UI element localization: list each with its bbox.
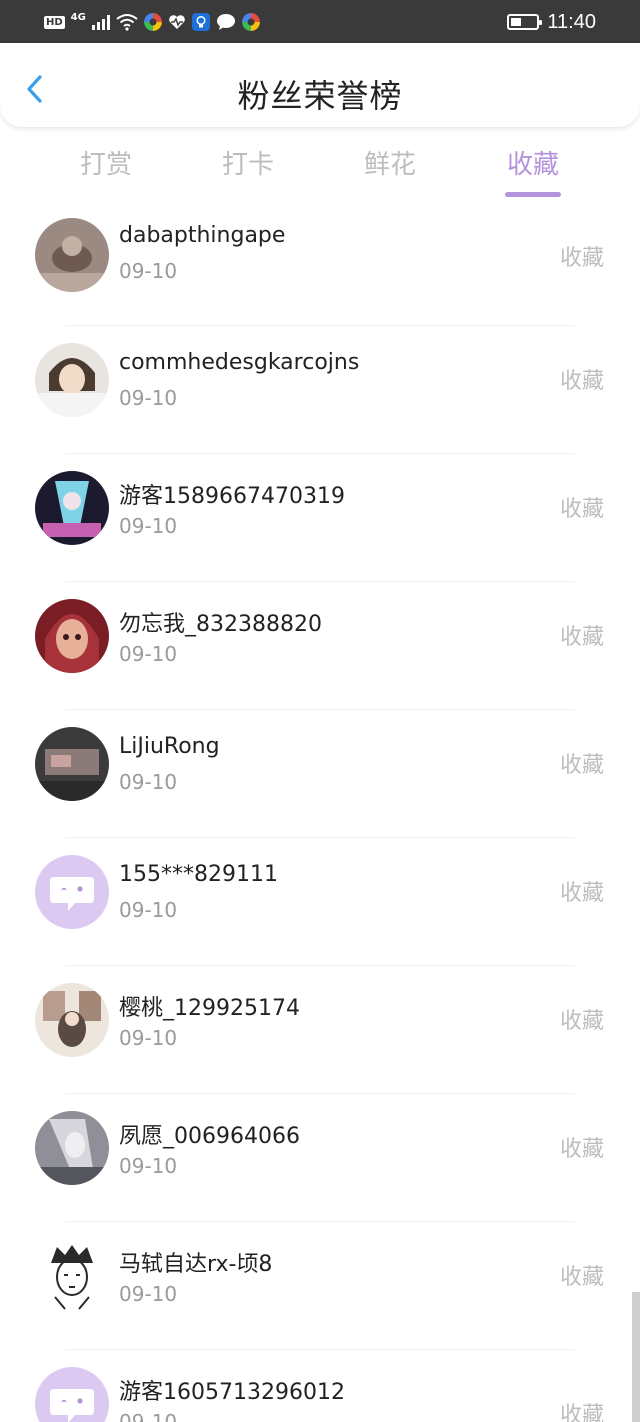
fan-name: 樱桃_129925174 bbox=[119, 996, 300, 1021]
fan-date: 09-10 bbox=[119, 514, 178, 538]
divider bbox=[66, 453, 574, 454]
fan-name: dabapthingape bbox=[119, 223, 286, 248]
list-item[interactable]: 155***829111 09-10 收藏 bbox=[0, 837, 640, 965]
list-item[interactable]: LiJiuRong 09-10 收藏 bbox=[0, 709, 640, 837]
avatar bbox=[35, 599, 109, 673]
battery-icon bbox=[507, 14, 543, 30]
tab-reward[interactable]: 打赏 bbox=[46, 144, 166, 181]
action-label: 收藏 bbox=[559, 753, 604, 778]
status-right: 11:40 bbox=[507, 9, 596, 35]
tab-bar: 打赏 打卡 鲜花 收藏 bbox=[0, 138, 640, 200]
fan-name: LiJiuRong bbox=[119, 734, 220, 759]
fan-name: 游客1605713296012 bbox=[119, 1380, 345, 1405]
fan-name: 游客1589667470319 bbox=[119, 484, 345, 509]
tab-checkin[interactable]: 打卡 bbox=[188, 144, 308, 181]
avatar bbox=[35, 727, 109, 801]
action-label: 收藏 bbox=[559, 1137, 604, 1162]
avatar bbox=[35, 471, 109, 545]
status-left: HD 4G bbox=[44, 10, 260, 34]
divider bbox=[66, 581, 574, 582]
avatar bbox=[35, 1111, 109, 1185]
active-tab-indicator bbox=[505, 192, 561, 197]
list-item[interactable]: 马轼自达rx-顷8 09-10 收藏 bbox=[0, 1221, 640, 1349]
fan-date: 09-10 bbox=[119, 1154, 178, 1178]
fan-date: 09-10 bbox=[119, 898, 178, 922]
signal-icon bbox=[91, 14, 110, 30]
bulb-app-icon bbox=[191, 13, 210, 31]
status-bar: HD 4G 11:40 bbox=[0, 0, 640, 43]
fan-list: dabapthingape 09-10 收藏 commhedesgkarcojn… bbox=[0, 200, 640, 1422]
hd-badge: HD bbox=[44, 15, 65, 29]
default-avatar-icon bbox=[35, 1367, 109, 1422]
list-item[interactable]: 游客1605713296012 09-10 收藏 bbox=[0, 1349, 640, 1422]
fan-date: 09-10 bbox=[119, 1026, 178, 1050]
message-icon bbox=[216, 14, 235, 30]
wifi-icon bbox=[116, 14, 138, 31]
fan-date: 09-10 bbox=[119, 259, 178, 283]
divider bbox=[66, 1349, 574, 1350]
action-label: 收藏 bbox=[559, 1403, 604, 1422]
action-label: 收藏 bbox=[559, 625, 604, 650]
page-title: 粉丝荣誉榜 bbox=[237, 77, 403, 115]
fan-name: 马轼自达rx-顷8 bbox=[119, 1252, 273, 1277]
list-item[interactable]: 樱桃_129925174 09-10 收藏 bbox=[0, 965, 640, 1093]
list-item[interactable]: commhedesgkarcojns 09-10 收藏 bbox=[0, 325, 640, 453]
list-item[interactable]: dabapthingape 09-10 收藏 bbox=[0, 200, 640, 327]
battery-level bbox=[511, 18, 522, 26]
fan-date: 09-10 bbox=[119, 770, 178, 794]
avatar bbox=[35, 218, 109, 292]
action-label: 收藏 bbox=[559, 246, 604, 271]
fan-name: 155***829111 bbox=[119, 862, 278, 887]
avatar bbox=[35, 343, 109, 417]
avatar bbox=[35, 983, 109, 1057]
fan-date: 09-10 bbox=[119, 642, 178, 666]
list-item[interactable]: 游客1589667470319 09-10 收藏 bbox=[0, 453, 640, 581]
list-item[interactable]: 夙愿_006964066 09-10 收藏 bbox=[0, 1093, 640, 1221]
divider bbox=[66, 709, 574, 710]
fan-name: commhedesgkarcojns bbox=[119, 350, 360, 375]
tab-favorites[interactable]: 收藏 bbox=[473, 144, 593, 181]
action-label: 收藏 bbox=[559, 497, 604, 522]
action-label: 收藏 bbox=[559, 881, 604, 906]
divider bbox=[66, 325, 574, 326]
fan-name: 夙愿_006964066 bbox=[119, 1124, 300, 1149]
divider bbox=[66, 1221, 574, 1222]
default-avatar-icon bbox=[35, 855, 109, 929]
divider bbox=[66, 965, 574, 966]
fan-date: 09-10 bbox=[119, 1282, 178, 1306]
health-icon bbox=[169, 15, 185, 29]
fan-name: 勿忘我_832388820 bbox=[119, 612, 322, 637]
divider bbox=[66, 1093, 574, 1094]
list-item[interactable]: 勿忘我_832388820 09-10 收藏 bbox=[0, 581, 640, 709]
avatar bbox=[35, 1239, 109, 1313]
app-notification-icon-2 bbox=[241, 13, 260, 31]
divider bbox=[66, 837, 574, 838]
action-label: 收藏 bbox=[559, 1009, 604, 1034]
scrollbar[interactable] bbox=[632, 1292, 640, 1422]
fan-date: 09-10 bbox=[119, 1410, 178, 1422]
action-label: 收藏 bbox=[559, 369, 604, 394]
app-notification-icon bbox=[143, 13, 162, 31]
action-label: 收藏 bbox=[559, 1265, 604, 1290]
network-type: 4G bbox=[70, 11, 86, 23]
top-bar: 粉丝荣誉榜 bbox=[0, 43, 640, 127]
clock: 11:40 bbox=[547, 10, 596, 33]
tab-flowers[interactable]: 鲜花 bbox=[330, 144, 450, 181]
fan-date: 09-10 bbox=[119, 386, 178, 410]
